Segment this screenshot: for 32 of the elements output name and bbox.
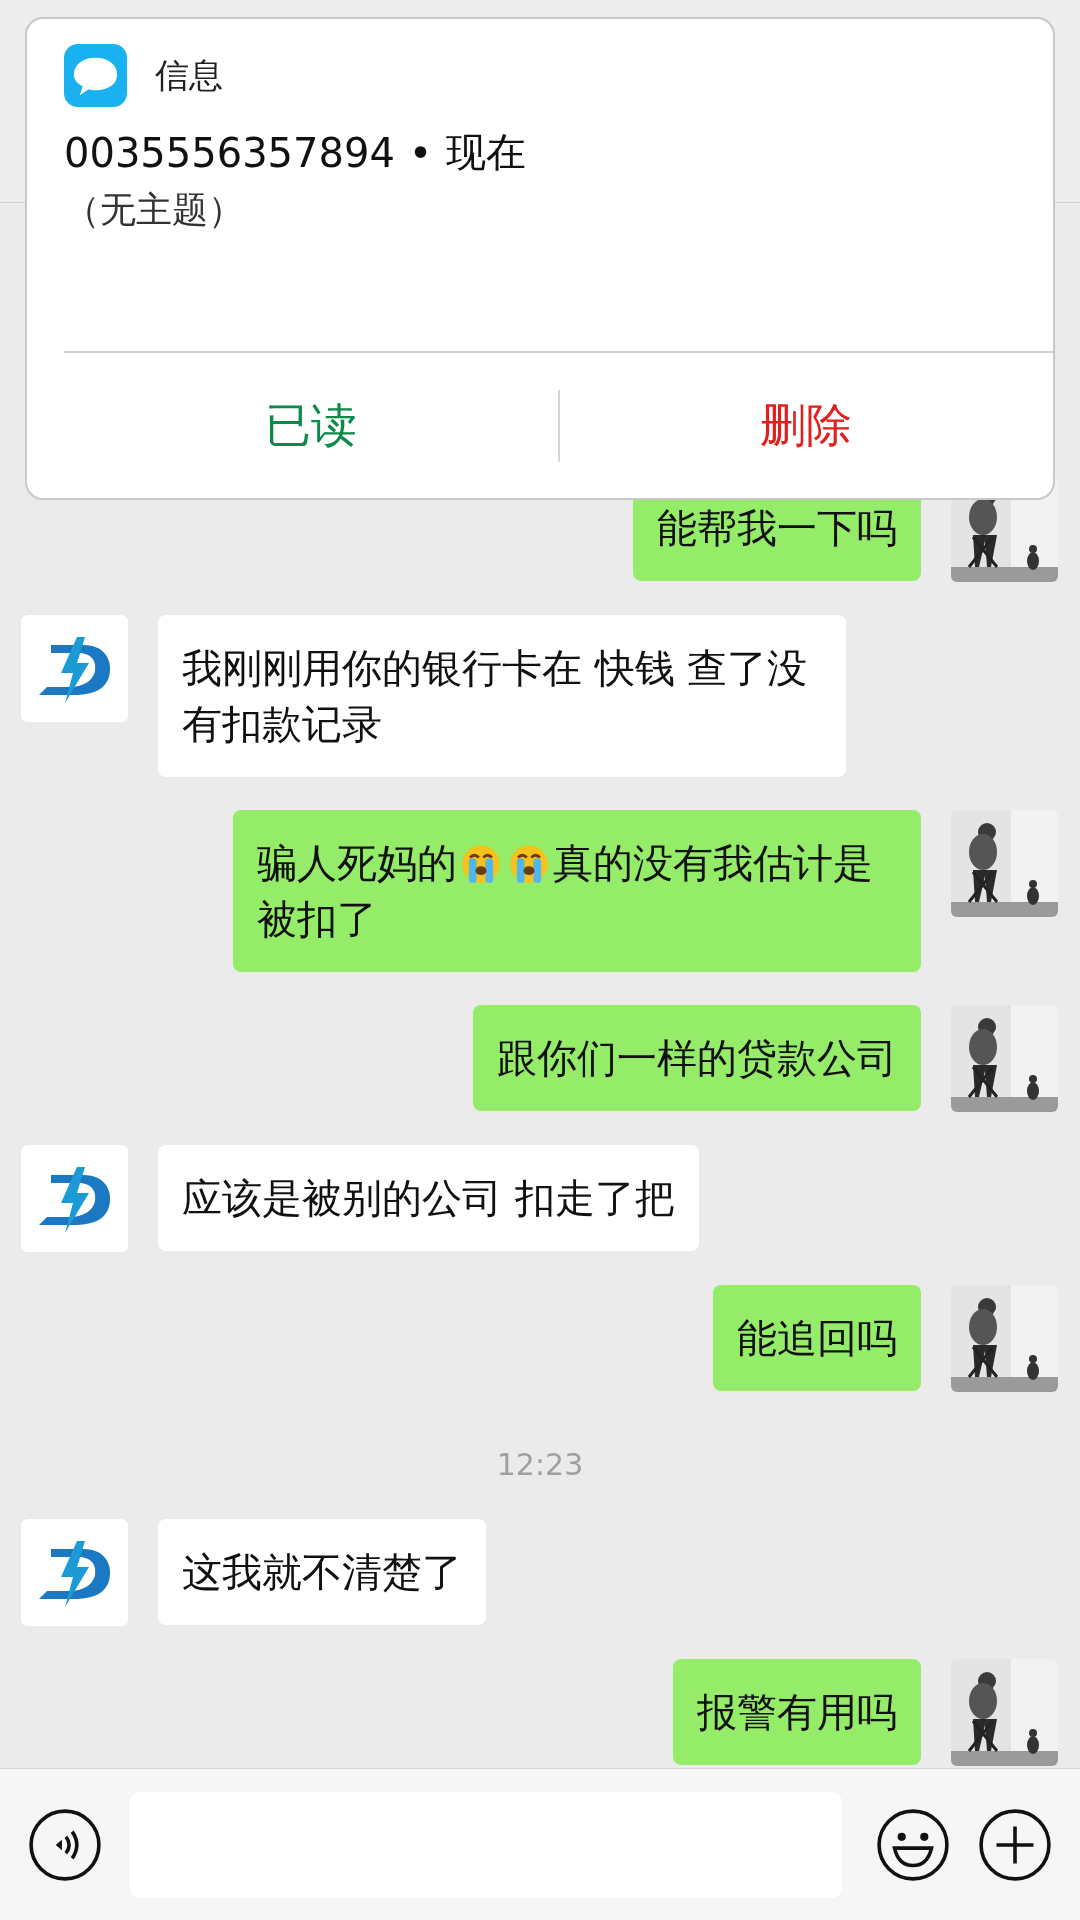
message-bubble[interactable]: 我刚刚用你的银行卡在 快钱 查了没有扣款记录 (158, 615, 846, 777)
notification-time: 现在 (446, 128, 527, 177)
message-bubble[interactable]: 这我就不清楚了 (158, 1519, 486, 1625)
emoji-icon[interactable] (876, 1807, 950, 1882)
message-bubble[interactable]: 能追回吗 (713, 1285, 921, 1391)
message-subject: （无主题） (64, 188, 245, 232)
message-text: 我刚刚用你的银行卡在 快钱 查了没有扣款记录 (182, 645, 808, 747)
message-bubble[interactable]: 报警有用吗 (673, 1659, 921, 1765)
notification-card[interactable]: 信息 0035556357894 • 现在 （无主题） 已读 删除 (25, 17, 1055, 500)
app-name: 信息 (155, 53, 223, 97)
message-text: 被扣了 (257, 895, 377, 944)
mark-read-button[interactable]: 已读 (64, 370, 558, 481)
message-text: 跟你们一样的贷款公司 (497, 1035, 897, 1081)
sender-number: 0035556357894 (64, 129, 395, 176)
message-text: 这我就不清楚了 (182, 1549, 462, 1595)
message-text: 能帮我一下吗 (657, 505, 897, 551)
voice-icon[interactable] (28, 1807, 102, 1882)
logo-icon[interactable] (21, 1519, 128, 1626)
separator-dot: • (408, 129, 433, 176)
message-app-icon (64, 44, 127, 107)
message-text: 应该是被别的公司 扣走了把 (182, 1175, 675, 1221)
plus-icon[interactable] (978, 1807, 1052, 1882)
message-bubble[interactable]: 骗人死妈的 真的没有我估计是 被扣了 (233, 810, 921, 972)
message-text: 骗人死妈的 (257, 839, 457, 888)
message-bubble[interactable]: 跟你们一样的贷款公司 (473, 1005, 921, 1111)
message-text: 能追回吗 (737, 1315, 897, 1361)
message-text: 真的没有我估计是 (553, 839, 873, 888)
logo-icon[interactable] (21, 1145, 128, 1252)
message-bubble[interactable]: 应该是被别的公司 扣走了把 (158, 1145, 699, 1251)
logo-icon[interactable] (21, 615, 128, 722)
timestamp: 12:23 (496, 1447, 584, 1482)
message-text: 报警有用吗 (697, 1689, 897, 1735)
